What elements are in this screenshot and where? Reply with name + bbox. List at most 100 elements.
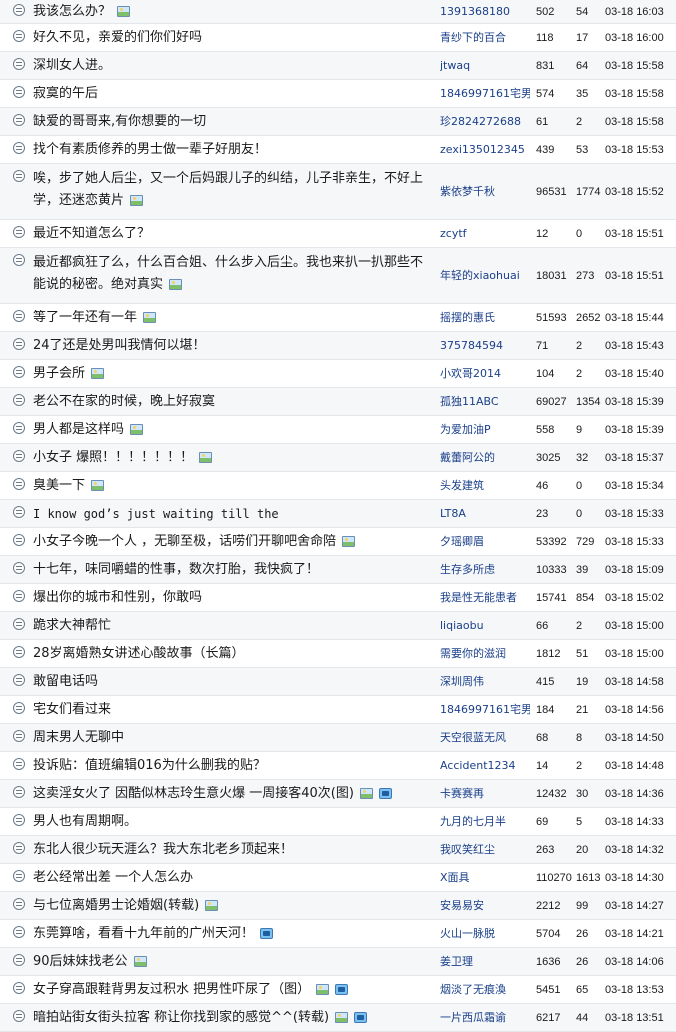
- topic-author-link[interactable]: 卡赛赛再: [440, 786, 530, 802]
- topic-reply-count: 110270: [536, 872, 572, 884]
- topic-author-link[interactable]: 我是性无能患者: [440, 590, 530, 606]
- topic-title-link[interactable]: 敢留电话吗: [33, 674, 428, 690]
- topic-title-link[interactable]: 爆出你的城市和性别，你敢吗: [33, 590, 428, 606]
- topic-author-link[interactable]: Accident1234: [440, 758, 530, 774]
- topic-author-link[interactable]: 一片西瓜霜谕: [440, 1010, 530, 1026]
- topic-title-link[interactable]: 28岁离婚熟女讲述心酸故事（长篇）: [33, 646, 428, 662]
- topic-author-link[interactable]: 珍2824272688: [440, 114, 530, 130]
- topic-title-link[interactable]: 男子会所: [33, 366, 428, 382]
- topic-author-link[interactable]: 1391368180: [440, 4, 530, 20]
- topic-title-link[interactable]: 女子穿高跟鞋背男友过积水 把男性吓尿了（图）: [33, 982, 428, 998]
- topic-status-icon: [13, 534, 25, 546]
- topic-author-link[interactable]: 安易易安: [440, 898, 530, 914]
- topic-title-link[interactable]: 等了一年还有一年: [33, 310, 428, 326]
- topic-title-text: 投诉贴：值班编辑016为什么删我的贴？: [33, 758, 266, 773]
- topic-author-link[interactable]: 生存多所虑: [440, 562, 530, 578]
- topic-last-reply-time: 03-18 15:39: [605, 396, 664, 408]
- topic-author-link[interactable]: zexi135012345: [440, 142, 530, 158]
- topic-title-link[interactable]: 臭美一下: [33, 478, 428, 494]
- topic-title-link[interactable]: 东莞算啥，看看十九年前的广州天河！: [33, 926, 428, 942]
- topic-title-link[interactable]: 小女子 爆照！！！！！！！: [33, 450, 428, 466]
- topic-author-link[interactable]: 需要你的滋润: [440, 646, 530, 662]
- topic-status-icon: [13, 254, 25, 266]
- topic-title-link[interactable]: 老公不在家的时候，晚上好寂寞: [33, 394, 428, 410]
- topic-last-reply-time: 03-18 15:58: [605, 116, 664, 128]
- topic-reply-count: 46: [536, 480, 549, 492]
- topic-title-link[interactable]: 东北人很少玩天涯么？我大东北老乡顶起来！: [33, 842, 428, 858]
- topic-title-link[interactable]: 跪求大神帮忙: [33, 618, 428, 634]
- topic-title-text: 28岁离婚熟女讲述心酸故事（长篇）: [33, 646, 245, 661]
- topic-view-count: 0: [576, 228, 583, 240]
- topic-reply-count: 12: [536, 228, 549, 240]
- topic-author-link[interactable]: 头发建筑: [440, 478, 530, 494]
- topic-row: 跪求大神帮忙 liqiaobu 66 2 03-18 15:00: [0, 612, 676, 640]
- topic-title-link[interactable]: 男人也有周期啊。: [33, 814, 428, 830]
- topic-author-link[interactable]: 小欢哥2014: [440, 366, 530, 382]
- topic-title-link[interactable]: 好久不见，亲爱的们你们好吗: [33, 30, 428, 46]
- topic-status-icon: [13, 86, 25, 98]
- topic-status-icon: [13, 562, 25, 574]
- topic-title-link[interactable]: 十七年，味同嚼蜡的性事，数次打胎，我快疯了！: [33, 562, 428, 578]
- topic-reply-count: 69027: [536, 396, 567, 408]
- topic-author-link[interactable]: 青纱下的百合: [440, 30, 530, 46]
- topic-author-link[interactable]: 夕瑶卿眉: [440, 534, 530, 550]
- topic-title-link[interactable]: 最近都疯狂了么，什么百合姐、什么步入后尘。我也来扒一扒那些不能说的秘密。绝对真实: [33, 252, 428, 296]
- topic-title-text: 24了还是处男叫我情何以堪！: [33, 338, 206, 353]
- topic-author-link[interactable]: 九月的七月半: [440, 814, 530, 830]
- topic-author-link[interactable]: 烟淡了无痕渙: [440, 982, 530, 998]
- topic-title-link[interactable]: 24了还是处男叫我情何以堪！: [33, 338, 428, 354]
- topic-author-link[interactable]: 为爱加油P: [440, 422, 530, 438]
- topic-title-link[interactable]: 寂寞的午后: [33, 86, 428, 102]
- topic-reply-count: 68: [536, 732, 549, 744]
- topic-author-link[interactable]: zcytf: [440, 226, 530, 242]
- topic-title-link[interactable]: 小女子今晚一个人 ，无聊至极，话唠们开聊吧舍命陪: [33, 534, 428, 550]
- topic-reply-count: 1812: [536, 648, 561, 660]
- topic-author-link[interactable]: 紫依梦千秋: [440, 184, 530, 200]
- topic-title-link[interactable]: I know god’s just waiting till the: [33, 506, 428, 522]
- topic-author-link[interactable]: liqiaobu: [440, 618, 530, 634]
- topic-title-text: 深圳女人进。: [33, 58, 112, 73]
- topic-last-reply-time: 03-18 16:03: [605, 6, 664, 18]
- topic-title-link[interactable]: 暗拍站街女街头拉客 称让你找到家的感觉^^(转载): [33, 1010, 428, 1026]
- topic-title-text: I know god’s just waiting till the: [33, 507, 279, 521]
- topic-author-link[interactable]: jtwaq: [440, 58, 530, 74]
- topic-status-icon: [13, 898, 25, 910]
- topic-author-link[interactable]: 摇摆的惠氏: [440, 310, 530, 326]
- topic-author-link[interactable]: LT8A: [440, 506, 530, 522]
- topic-title-link[interactable]: 宅女们看过来: [33, 702, 428, 718]
- topic-author-link[interactable]: 我叹笑红尘: [440, 842, 530, 858]
- topic-title-link[interactable]: 90后妹妹找老公: [33, 954, 428, 970]
- topic-status-icon: [13, 730, 25, 742]
- topic-title-link[interactable]: 男人都是这样吗: [33, 422, 428, 438]
- topic-author-link[interactable]: 戴蕾阿公的: [440, 450, 530, 466]
- topic-author-link[interactable]: 火山一脉脱: [440, 926, 530, 942]
- topic-row: 小女子今晚一个人 ，无聊至极，话唠们开聊吧舍命陪 夕瑶卿眉 53392 729 03-1…: [0, 528, 676, 556]
- topic-view-count: 54: [576, 6, 589, 18]
- topic-author-link[interactable]: 375784594: [440, 338, 530, 354]
- topic-title-link[interactable]: 最近不知道怎么了？: [33, 226, 428, 242]
- topic-author-link[interactable]: X面具: [440, 870, 530, 886]
- topic-author-link[interactable]: 1846997161宅男: [440, 86, 530, 102]
- topic-title-link[interactable]: 与七位离婚男士论婚姻(转载): [33, 898, 428, 914]
- topic-author-link[interactable]: 1846997161宅男: [440, 702, 530, 718]
- topic-title-link[interactable]: 这卖淫女火了 因酷似林志玲生意火爆 一周接客40次(图): [33, 786, 428, 802]
- topic-title-link[interactable]: 周末男人无聊中: [33, 730, 428, 746]
- topic-title-link[interactable]: 找个有素质修养的男士做一辈子好朋友！: [33, 142, 428, 158]
- topic-last-reply-time: 03-18 13:53: [605, 984, 664, 996]
- topic-last-reply-time: 03-18 15:02: [605, 592, 664, 604]
- topic-status-icon: [13, 842, 25, 854]
- topic-author-link[interactable]: 姜卫理: [440, 954, 530, 970]
- topic-last-reply-time: 03-18 15:39: [605, 424, 664, 436]
- topic-status-icon: [13, 422, 25, 434]
- topic-author-link[interactable]: 天空很蓝无风: [440, 730, 530, 746]
- topic-title-link[interactable]: 老公经常出差 一个人怎么办: [33, 870, 428, 886]
- topic-title-link[interactable]: 我该怎么办？: [33, 4, 428, 20]
- topic-author-link[interactable]: 深圳周伟: [440, 674, 530, 690]
- topic-author-link[interactable]: 孤独11ABC: [440, 394, 530, 410]
- topic-view-count: 0: [576, 480, 583, 492]
- topic-title-link[interactable]: 深圳女人进。: [33, 58, 428, 74]
- topic-title-link[interactable]: 投诉贴：值班编辑016为什么删我的贴？: [33, 758, 428, 774]
- topic-title-link[interactable]: 缺爱的哥哥来,有你想要的一切: [33, 114, 428, 130]
- topic-author-link[interactable]: 年轻的xiaohuai: [440, 268, 530, 284]
- topic-title-link[interactable]: 唉，步了她人后尘，又一个后妈跟儿子的纠结，儿子非亲生，不好上学，还迷恋黄片: [33, 168, 428, 212]
